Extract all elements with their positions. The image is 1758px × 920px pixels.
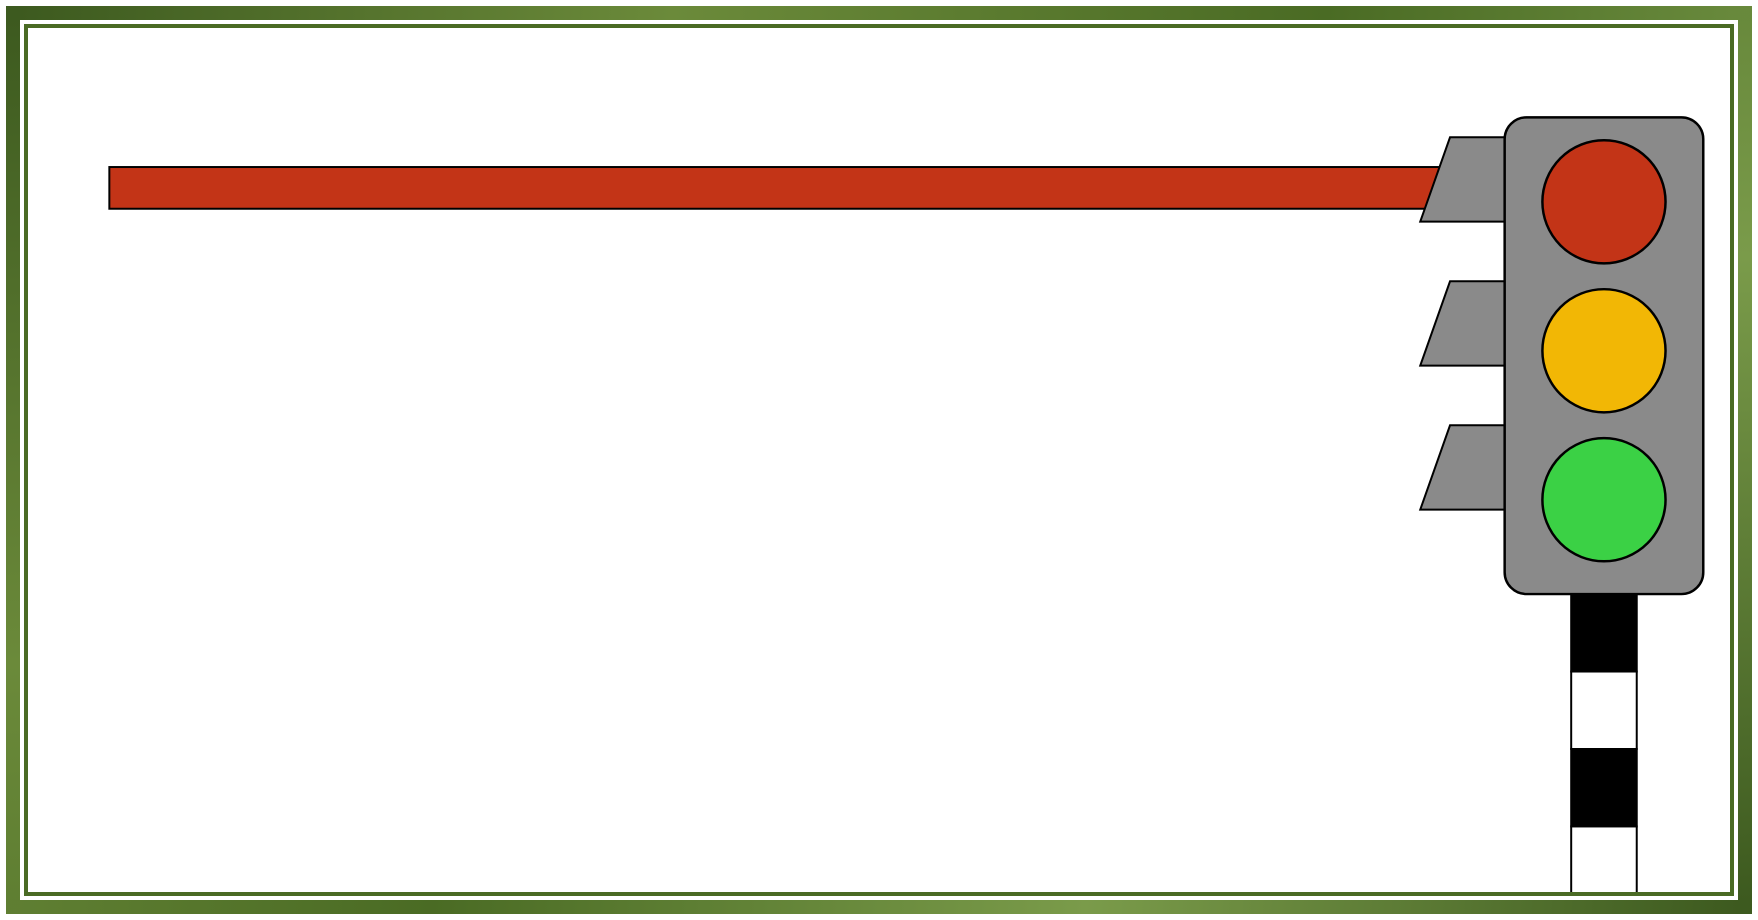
decorative-frame [6,6,1752,914]
frame-inner [24,24,1734,896]
barrier-arm [109,167,1450,209]
light-green [1542,438,1665,561]
traffic-light-pole [1571,594,1637,892]
visor-fins [1420,137,1509,509]
light-yellow [1542,289,1665,412]
traffic-light-illustration [28,28,1730,892]
light-red [1542,140,1665,263]
